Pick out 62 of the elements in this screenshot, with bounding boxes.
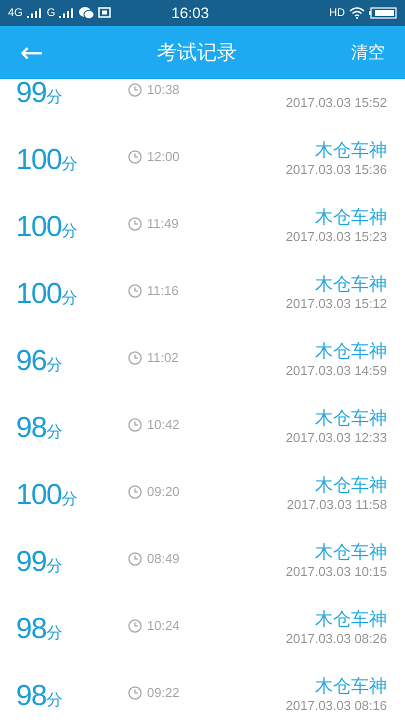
date-text: 2017.03.03 15:12: [286, 296, 387, 311]
clock-icon: [128, 216, 142, 230]
rank-title: 木仓车神: [315, 608, 387, 631]
score-text: 98分: [16, 680, 64, 713]
date-text: 2017.03.03 15:36: [286, 162, 387, 177]
chat-icon: [79, 7, 94, 19]
date-text: 2017.03.03 14:59: [286, 363, 387, 378]
score-text: 100分: [16, 211, 78, 244]
score-text: 100分: [16, 479, 78, 512]
score-text: 99分: [16, 546, 64, 579]
clock-icon: [128, 686, 142, 700]
clock-icon: [128, 552, 142, 566]
clock-icon: [128, 150, 142, 164]
duration-text: 11:02: [147, 350, 179, 365]
clock-icon: [128, 284, 142, 298]
signal-icon: [59, 8, 76, 18]
date-text: 2017.03.03 15:23: [286, 229, 387, 244]
date-text: 2017.03.03 08:26: [286, 631, 387, 646]
clock-icon: [128, 418, 142, 432]
rank-title: 木仓车神: [315, 340, 387, 363]
date-text: 2017.03.03 11:58: [286, 497, 387, 512]
date-text: 2017.03.03 15:52: [286, 95, 387, 110]
hd-label: HD: [329, 7, 345, 19]
rank-title: 木仓车神: [315, 407, 387, 430]
duration-text: 11:16: [147, 283, 179, 298]
status-time: 16:03: [171, 4, 209, 22]
duration-text: 10:24: [147, 618, 180, 633]
wifi-icon: [349, 7, 365, 19]
score-text: 100分: [16, 278, 78, 311]
date-text: 2017.03.03 08:16: [286, 698, 387, 713]
rank-title: 木仓车神: [315, 139, 387, 162]
image-icon: [98, 7, 112, 19]
rank-title: 木仓车神: [315, 273, 387, 296]
clock-icon: [128, 484, 142, 498]
score-text: 98分: [16, 613, 64, 646]
clock-icon: [128, 82, 142, 96]
page-title: 考试记录: [156, 41, 238, 66]
rank-title: 木仓车神: [315, 206, 387, 229]
date-text: 2017.03.03 10:15: [286, 564, 387, 579]
score-text: 96分: [16, 345, 64, 378]
network-label: G: [46, 7, 56, 19]
duration-text: 09:22: [147, 685, 180, 700]
score-text: 99分: [16, 79, 64, 110]
rank-title: 木仓车神: [315, 675, 387, 698]
back-button[interactable]: ←: [20, 36, 44, 69]
rank-title: 木仓车神: [315, 474, 387, 497]
duration-text: 10:42: [147, 417, 180, 432]
duration-text: 09:20: [147, 484, 180, 499]
duration-text: 10:38: [147, 82, 180, 97]
date-text: 2017.03.03 12:33: [286, 430, 387, 445]
battery-icon: [369, 7, 397, 19]
rank-title: 木仓车神: [315, 541, 387, 564]
duration-text: 08:49: [147, 551, 180, 566]
clear-button[interactable]: 清空: [351, 41, 385, 64]
duration-text: 11:49: [147, 216, 179, 231]
clock-icon: [128, 618, 142, 632]
score-text: 98分: [16, 412, 64, 445]
signal-icon: [26, 8, 43, 18]
duration-text: 12:00: [147, 149, 180, 164]
score-text: 100分: [16, 144, 78, 177]
clock-icon: [128, 350, 142, 364]
network-label: 4G: [8, 7, 23, 19]
